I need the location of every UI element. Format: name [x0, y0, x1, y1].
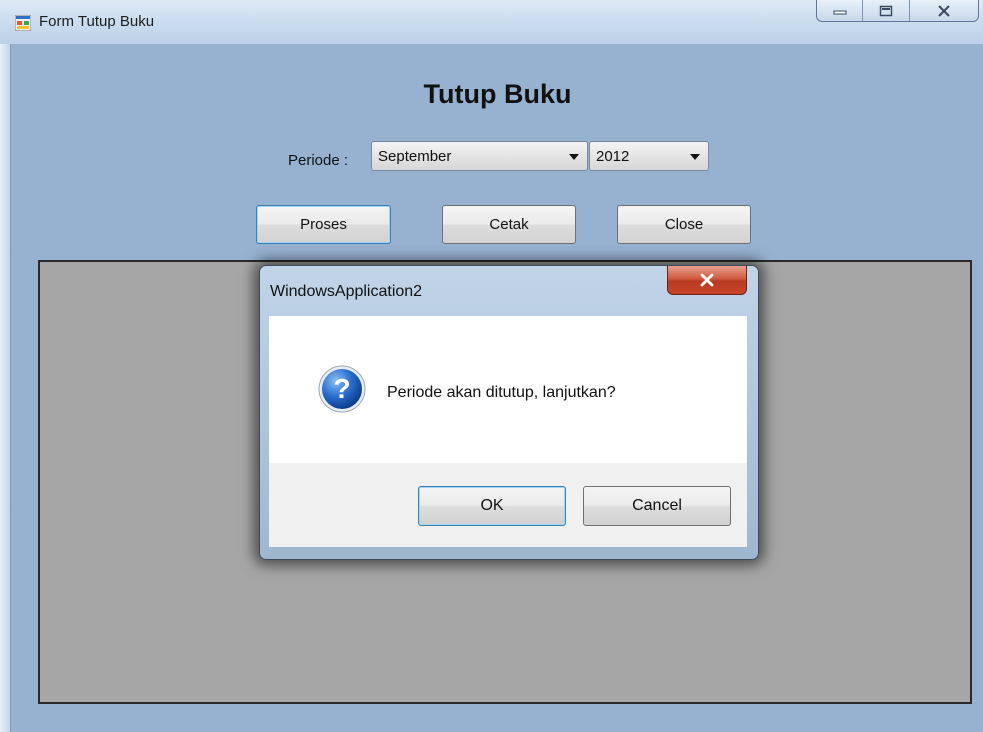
year-select[interactable]: 2012 [589, 141, 709, 171]
svg-text:?: ? [333, 373, 350, 404]
confirm-dialog: WindowsApplication2 ? Periode akan ditut… [259, 265, 759, 560]
dialog-title: WindowsApplication2 [270, 283, 423, 300]
close-icon [700, 273, 714, 287]
close-form-button[interactable]: Close [617, 205, 751, 244]
month-select-value: September [378, 148, 452, 165]
close-icon [938, 4, 950, 17]
question-icon: ? [318, 365, 366, 413]
dialog-body: ? Periode akan ditutup, lanjutkan? [269, 316, 747, 463]
window-title: Form Tutup Buku [39, 13, 155, 30]
periode-label: Periode : [288, 152, 349, 169]
chevron-down-icon [690, 154, 700, 160]
maximize-button[interactable] [863, 0, 910, 21]
minimize-icon [833, 10, 847, 14]
maximize-icon [879, 5, 893, 16]
proses-button[interactable]: Proses [256, 205, 391, 244]
dialog-message: Periode akan ditutup, lanjutkan? [387, 384, 616, 401]
title-bar[interactable]: Form Tutup Buku [0, 0, 983, 44]
dialog-footer: OK Cancel [269, 463, 747, 547]
cancel-button[interactable]: Cancel [583, 486, 731, 526]
page-title: Tutup Buku [423, 79, 572, 109]
chevron-down-icon [569, 154, 579, 160]
year-select-value: 2012 [596, 148, 630, 165]
app-form-icon [15, 15, 31, 31]
minimize-button[interactable] [817, 0, 864, 21]
ok-button[interactable]: OK [418, 486, 566, 526]
window-left-border [0, 44, 10, 732]
close-button[interactable] [910, 0, 978, 21]
window-controls [816, 0, 979, 22]
month-select[interactable]: September [371, 141, 588, 171]
cetak-button[interactable]: Cetak [442, 205, 576, 244]
dialog-close-button[interactable] [667, 266, 747, 295]
